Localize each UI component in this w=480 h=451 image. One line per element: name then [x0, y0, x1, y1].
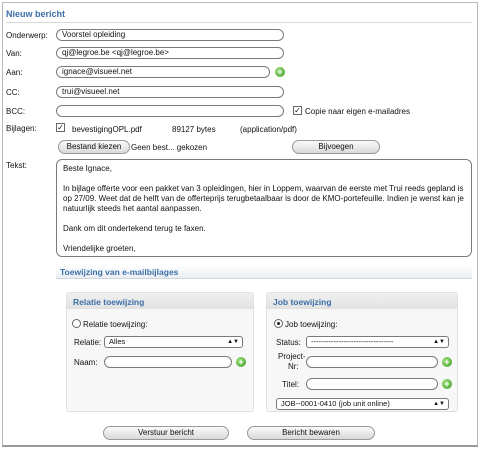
attachment-name: bevestigingOPL.pdf	[72, 125, 142, 134]
van-input[interactable]: qj@legroe.be <qj@legroe.be>	[56, 47, 284, 59]
titel-label: Titel:	[282, 380, 300, 389]
select-arrows-icon: ▲▼	[433, 401, 445, 407]
body-paragraph: Beste Ignace,	[63, 164, 112, 173]
job-panel-header: Job toewijzing	[267, 293, 457, 309]
add-relatie-icon[interactable]: +	[236, 357, 246, 367]
project-label-nr: Nr:	[288, 362, 299, 371]
relatie-radio-label: Relatie toewijzing:	[83, 320, 148, 329]
job-radio[interactable]	[274, 319, 283, 328]
titel-input[interactable]	[306, 378, 438, 390]
message-body[interactable]: Beste Ignace, In bijlage offerte voor ee…	[56, 159, 472, 257]
relatie-panel-header: Relatie toewijzing	[67, 293, 253, 309]
add-titel-icon[interactable]: +	[442, 379, 452, 389]
cc-label: CC:	[6, 88, 20, 97]
body-paragraph: In bijlage offerte voor een pakket van 3…	[63, 184, 464, 213]
status-select-value: ---------------------------------	[311, 337, 394, 346]
cc-input[interactable]: trui@visueel.net	[56, 86, 284, 98]
job-radio-label: Job toewijzing:	[285, 320, 338, 329]
aan-label: Aan:	[6, 68, 23, 77]
relatie-panel-title: Relatie toewijzing	[73, 297, 145, 307]
assignment-section-header: Toewijzing van e-mailbijlages	[56, 265, 472, 279]
van-label: Van:	[6, 49, 22, 58]
relatie-radio[interactable]	[72, 319, 81, 328]
project-label: Project-	[278, 352, 306, 361]
choose-file-button[interactable]: Bestand kiezen	[58, 140, 130, 154]
tekst-label: Tekst:	[6, 161, 27, 170]
save-button[interactable]: Bericht bewaren	[247, 426, 375, 440]
send-button[interactable]: Verstuur bericht	[103, 426, 229, 440]
body-paragraph: Dank om dit ondertekend terug te faxen.	[63, 224, 206, 233]
job-select[interactable]: JOB--0001-0410 (job unit online) ▲▼	[276, 398, 449, 410]
bcc-label: BCC:	[6, 107, 26, 116]
onderwerp-input[interactable]: Voorstel opleiding	[56, 29, 284, 41]
body-paragraph: Vriendelijke groeten,	[63, 244, 136, 253]
add-attachment-button[interactable]: Bijvoegen	[292, 140, 380, 154]
status-select[interactable]: --------------------------------- ▲▼	[306, 336, 449, 348]
relatie-select-value: Alles	[109, 337, 126, 346]
copy-self-checkbox[interactable]: ✓	[293, 106, 302, 115]
page-title: Nieuw bericht	[6, 9, 66, 19]
bcc-input[interactable]	[56, 105, 284, 117]
copy-self-label: Copie naar eigen e-mailadres	[305, 107, 410, 116]
attachment-type: (application/pdf)	[240, 125, 297, 134]
aan-input[interactable]: ignace@visueel.net	[56, 66, 270, 78]
assignment-section-title: Toewijzing van e-mailbijlages	[60, 267, 179, 277]
bijlagen-label: Bijlagen:	[6, 124, 37, 133]
job-select-value: JOB--0001-0410 (job unit online)	[281, 399, 390, 408]
select-arrows-icon: ▲▼	[227, 339, 239, 345]
relatie-select-label: Relatie:	[74, 338, 102, 347]
relatie-select[interactable]: Alles ▲▼	[104, 336, 243, 348]
naam-input[interactable]	[104, 356, 232, 368]
relatie-panel: Relatie toewijzing	[66, 292, 254, 412]
attachment-checkbox[interactable]: ✓	[56, 123, 65, 132]
attachment-size: 89127 bytes	[172, 125, 216, 134]
onderwerp-label: Onderwerp:	[6, 31, 48, 40]
title-divider	[6, 22, 472, 23]
select-arrows-icon: ▲▼	[433, 339, 445, 345]
add-project-icon[interactable]: +	[442, 357, 452, 367]
job-panel-title: Job toewijzing	[273, 297, 332, 307]
no-file-chosen-text: Geen best... gekozen	[131, 143, 208, 152]
naam-label: Naam:	[74, 358, 98, 367]
add-recipient-icon[interactable]: +	[275, 67, 285, 77]
status-label: Status:	[276, 338, 301, 347]
project-nr-input[interactable]	[306, 356, 438, 368]
